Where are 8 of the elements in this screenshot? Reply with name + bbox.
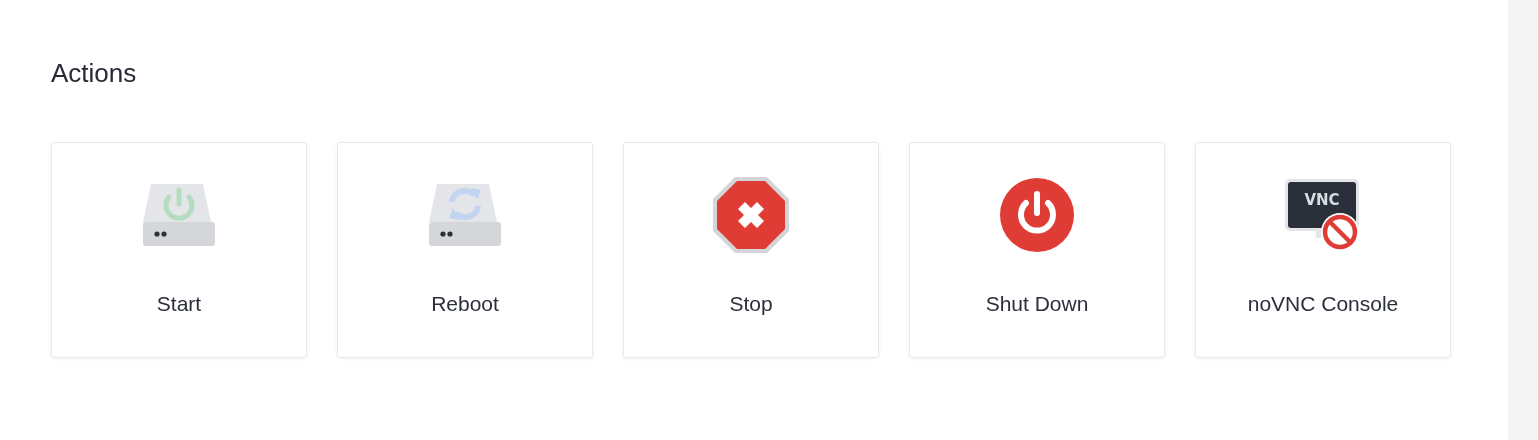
action-card[interactable]: Reboot	[337, 142, 593, 358]
action-card[interactable]: Stop	[623, 142, 879, 358]
action-card[interactable]: Shut Down	[909, 142, 1165, 358]
power-icon	[999, 177, 1075, 253]
action-card[interactable]: Start	[51, 142, 307, 358]
section-title: Actions	[51, 57, 138, 90]
stop-icon	[712, 176, 790, 254]
action-card[interactable]: VNC noVNC Console	[1195, 142, 1451, 358]
